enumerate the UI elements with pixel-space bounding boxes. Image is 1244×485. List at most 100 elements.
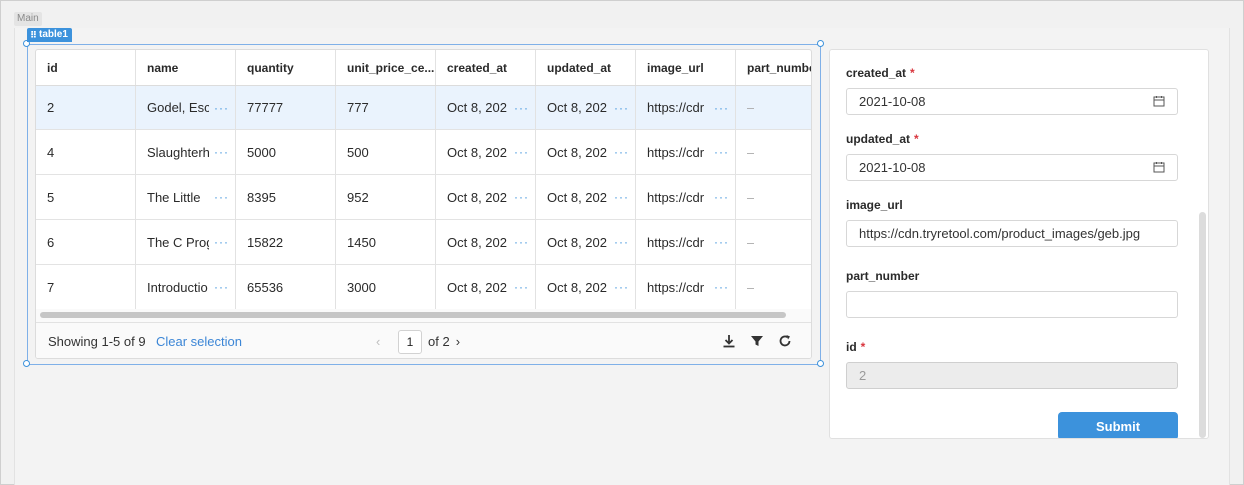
expand-cell-icon[interactable]: ··· [214,235,229,249]
table-row[interactable]: 5 The Little ··· 8395 952 Oct 8, 202 ··· Oct 8,… [36,175,811,220]
component-tag[interactable]: ⠿ table1 [27,28,72,42]
resize-handle-bl[interactable] [23,360,30,367]
cell-value: 5 [47,189,55,205]
refresh-icon[interactable] [777,333,793,349]
table-cell[interactable]: Slaughterh ··· [136,130,236,174]
part-number-input[interactable] [846,291,1178,318]
table-cell[interactable]: Oct 8, 202 ··· [536,175,636,219]
expand-cell-icon[interactable]: ··· [614,101,629,115]
expand-cell-icon[interactable]: ··· [714,190,729,204]
table-cell[interactable]: Oct 8, 202 ··· [436,220,536,264]
cell-value: 500 [347,144,369,160]
prev-page-icon[interactable]: ‹ [376,334,386,349]
resize-handle-br[interactable] [817,360,824,367]
expand-cell-icon[interactable]: ··· [214,190,229,204]
table-cell[interactable]: Oct 8, 202 ··· [536,130,636,174]
filter-icon[interactable] [749,333,765,349]
image-url-input[interactable]: https://cdn.tryretool.com/product_images… [846,220,1178,247]
table-cell[interactable]: 500 [336,130,436,174]
table-cell[interactable]: – [736,175,811,219]
horizontal-scrollbar[interactable] [36,309,811,322]
cell-value: 952 [347,189,369,205]
expand-cell-icon[interactable]: ··· [614,235,629,249]
column-header[interactable]: name [136,50,236,85]
table-cell[interactable]: 2 [36,86,136,129]
table-cell[interactable]: Oct 8, 202 ··· [436,130,536,174]
expand-cell-icon[interactable]: ··· [514,235,529,249]
cell-value: 15822 [247,234,284,250]
table-cell[interactable]: 6 [36,220,136,264]
expand-cell-icon[interactable]: ··· [714,145,729,159]
table-cell[interactable]: – [736,220,811,264]
table-cell[interactable]: 952 [336,175,436,219]
table-cell[interactable]: 5 [36,175,136,219]
table-cell[interactable]: https://cdr ··· [636,86,736,129]
table-cell[interactable]: 4 [36,130,136,174]
table-cell[interactable]: The Little ··· [136,175,236,219]
table-cell[interactable]: 3000 [336,265,436,309]
table-row[interactable]: 4 Slaughterh ··· 5000 500 Oct 8, 202 ··· Oct 8,… [36,130,811,175]
expand-cell-icon[interactable]: ··· [514,145,529,159]
column-header[interactable]: updated_at [536,50,636,85]
table-cell[interactable]: 777 [336,86,436,129]
table-cell[interactable]: – [736,265,811,309]
table-row[interactable]: 2 Godel, Esc ··· 77777 777 Oct 8, 202 ··· Oct 8… [36,86,811,130]
expand-cell-icon[interactable]: ··· [214,145,229,159]
table-cell[interactable]: 65536 [236,265,336,309]
expand-cell-icon[interactable]: ··· [714,280,729,294]
calendar-icon[interactable] [1153,161,1165,173]
expand-cell-icon[interactable]: ··· [714,101,729,115]
column-header[interactable]: id [36,50,136,85]
drag-grip-icon[interactable]: ⠿ [30,28,37,42]
resize-handle-tr[interactable] [817,40,824,47]
expand-cell-icon[interactable]: ··· [514,280,529,294]
column-header[interactable]: unit_price_ce... [336,50,436,85]
table-cell[interactable]: https://cdr ··· [636,175,736,219]
page-input[interactable]: 1 [398,329,422,354]
table-row[interactable]: 7 Introductio ··· 65536 3000 Oct 8, 202 ··· Oct… [36,265,811,310]
cell-value: The Little [147,189,201,205]
table-cell[interactable]: 8395 [236,175,336,219]
next-page-icon[interactable]: › [456,334,466,349]
table-cell[interactable]: https://cdr ··· [636,130,736,174]
table-cell[interactable]: 77777 [236,86,336,129]
column-header[interactable]: created_at [436,50,536,85]
table-cell[interactable]: Oct 8, 202 ··· [436,265,536,309]
table-cell[interactable]: Introductio ··· [136,265,236,309]
table-cell[interactable]: Oct 8, 202 ··· [436,175,536,219]
table-cell[interactable]: Oct 8, 202 ··· [536,265,636,309]
expand-cell-icon[interactable]: ··· [514,190,529,204]
expand-cell-icon[interactable]: ··· [214,101,229,115]
table-cell[interactable]: Oct 8, 202 ··· [536,86,636,129]
form-scrollbar[interactable] [1199,212,1206,438]
column-header[interactable]: image_url [636,50,736,85]
column-header[interactable]: quantity [236,50,336,85]
table-cell[interactable]: 7 [36,265,136,309]
table-cell[interactable]: Oct 8, 202 ··· [436,86,536,129]
submit-button[interactable]: Submit [1058,412,1178,438]
calendar-icon[interactable] [1153,95,1165,107]
table-cell[interactable]: https://cdr ··· [636,265,736,309]
table-row[interactable]: 6 The C Prog ··· 15822 1450 Oct 8, 202 ··· Oct … [36,220,811,265]
expand-cell-icon[interactable]: ··· [614,190,629,204]
expand-cell-icon[interactable]: ··· [514,101,529,115]
table-cell[interactable]: Oct 8, 202 ··· [536,220,636,264]
table-cell[interactable]: – [736,130,811,174]
expand-cell-icon[interactable]: ··· [714,235,729,249]
expand-cell-icon[interactable]: ··· [614,145,629,159]
table-cell[interactable]: Godel, Esc ··· [136,86,236,129]
created-at-date-input[interactable]: 2021-10-08 [846,88,1178,115]
clear-selection-link[interactable]: Clear selection [156,334,242,349]
table-cell[interactable]: 5000 [236,130,336,174]
expand-cell-icon[interactable]: ··· [214,280,229,294]
table-cell[interactable]: https://cdr ··· [636,220,736,264]
expand-cell-icon[interactable]: ··· [614,280,629,294]
scroll-thumb[interactable] [40,312,786,318]
updated-at-date-input[interactable]: 2021-10-08 [846,154,1178,181]
table-cell[interactable]: – [736,86,811,129]
table-cell[interactable]: 1450 [336,220,436,264]
download-icon[interactable] [721,333,737,349]
table-cell[interactable]: 15822 [236,220,336,264]
table-cell[interactable]: The C Prog ··· [136,220,236,264]
column-header[interactable]: part_numbe [736,50,811,85]
